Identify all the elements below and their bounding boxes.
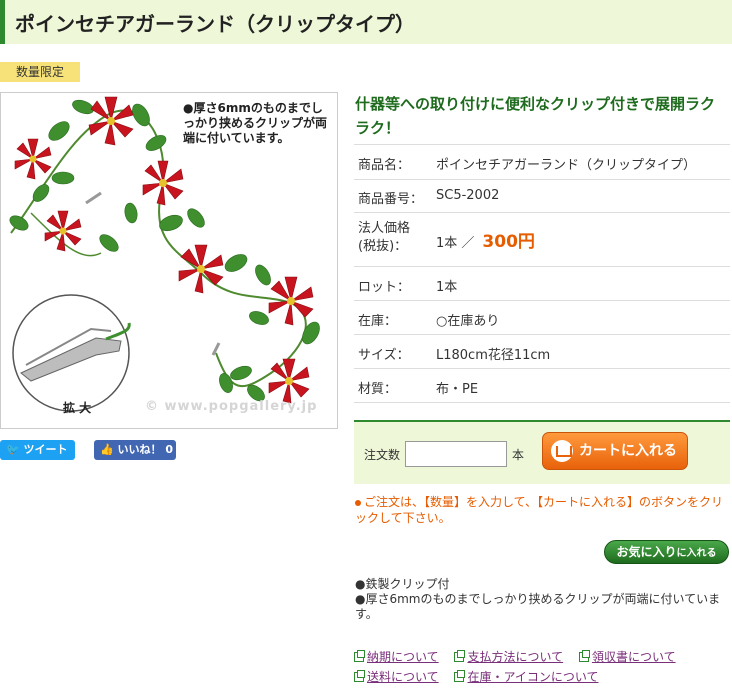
spec-value: ポインセチアガーランド（クリップタイプ） — [436, 158, 697, 173]
price-unit: 1本 ／ — [436, 236, 475, 251]
zoom-label: 拡 大 — [63, 401, 92, 415]
spec-value: 1本 — [436, 280, 458, 295]
photo-caption: ●厚さ6mmのものまでしっかり挟めるクリップが両端に付いています。 — [183, 101, 328, 145]
external-link-icon — [454, 670, 466, 682]
cart-icon — [551, 440, 573, 462]
feature-item: ●鉄製クリップ付 — [355, 577, 450, 591]
order-notice-text: ご注文は、【数量】を入力して、【カートに入れる】のボタンをクリックして下さい。 — [355, 495, 724, 525]
spec-value: 布・PE — [436, 382, 479, 397]
link-receipt[interactable]: 領収書について — [578, 647, 676, 667]
external-link-icon — [354, 650, 365, 662]
spec-row-lot: ロット： 1本 — [354, 267, 730, 301]
spec-label: 材質： — [358, 382, 398, 397]
order-notice: ご注文は、【数量】を入力して、【カートに入れる】のボタンをクリックして下さい。 — [355, 494, 727, 526]
feature-list: ●鉄製クリップ付 ●厚さ6mmのものまでしっかり挟めるクリップが両端に付いていま… — [355, 577, 727, 622]
favorites-sub-label: に入れる — [676, 548, 717, 559]
spec-label: 商品名： — [358, 158, 411, 173]
add-to-cart-label: カートに入れる — [579, 443, 677, 459]
external-link-icon — [454, 650, 466, 662]
page-title-bar: ポインセチアガーランド（クリップタイプ） — [0, 0, 732, 44]
add-to-cart-button[interactable]: カートに入れる — [542, 432, 688, 470]
spec-label: ロット： — [358, 280, 411, 295]
feature-item: ●厚さ6mmのものまでしっかり挟めるクリップが両端に付いています。 — [355, 592, 721, 621]
spec-value: ○在庫あり — [436, 314, 500, 329]
spec-label: 在庫： — [358, 314, 398, 329]
spec-row-material: 材質： 布・PE — [354, 369, 730, 403]
external-link-icon — [354, 670, 365, 682]
spec-value: 1本 ／ 300円 — [436, 227, 535, 252]
quantity-input[interactable] — [405, 441, 507, 467]
spec-row-stock: 在庫： ○在庫あり — [354, 301, 730, 335]
link-stock-icons[interactable]: 在庫・アイコンについて — [454, 667, 599, 687]
order-box: 注文数 本 カートに入れる — [354, 420, 730, 484]
link-label: 送料について — [367, 670, 439, 684]
favorites-label: お気に入り — [616, 545, 677, 559]
external-link-icon — [578, 650, 590, 662]
add-to-favorites-button[interactable]: お気に入りに入れる — [604, 540, 729, 564]
spec-row-price: 法人価格 (税抜)： 1本 ／ 300円 — [354, 213, 730, 267]
spec-label: 法人価格 (税抜)： — [358, 221, 411, 254]
like-button[interactable]: 👍 いいね！ 0 — [94, 440, 176, 460]
spec-row-name: 商品名： ポインセチアガーランド（クリップタイプ） — [354, 144, 730, 180]
watermark: © www.popgallery.jp — [145, 399, 318, 414]
link-payment[interactable]: 支払方法について — [454, 647, 563, 667]
tweet-label: ツイート — [23, 443, 68, 456]
page-title: ポインセチアガーランド（クリップタイプ） — [15, 12, 415, 36]
spec-row-size: サイズ： L180cm花径11cm — [354, 335, 730, 369]
spec-value: SC5-2002 — [436, 188, 500, 203]
link-label: 領収書について — [591, 650, 676, 664]
price-amount: 300円 — [482, 232, 535, 252]
link-label: 支払方法について — [467, 650, 564, 664]
product-photo: ●厚さ6mmのものまでしっかり挟めるクリップが両端に付いています。 拡 大 © … — [0, 92, 338, 429]
quantity-unit: 本 — [512, 448, 525, 462]
spec-label: 商品番号： — [358, 192, 424, 207]
bullet-icon — [355, 499, 361, 506]
limited-quantity-badge: 数量限定 — [0, 62, 80, 82]
link-label: 納期について — [367, 650, 439, 664]
link-label: 在庫・アイコンについて — [467, 670, 599, 684]
spec-value: L180cm花径11cm — [436, 348, 551, 363]
spec-label: サイズ： — [358, 348, 410, 363]
link-delivery[interactable]: 納期について — [354, 647, 439, 667]
thumbs-up-icon: 👍 — [100, 443, 114, 456]
quantity-label: 注文数 — [364, 448, 401, 462]
product-headline: 什器等への取り付けに便利なクリップ付きで展開ラクラク！ — [355, 95, 716, 137]
info-links: 納期について 支払方法について 領収書について 送料について 在庫・アイコンにつ… — [354, 647, 730, 687]
spec-row-code: 商品番号： SC5-2002 — [354, 180, 730, 213]
link-shipping[interactable]: 送料について — [354, 667, 439, 687]
tweet-button[interactable]: 🐦 ツイート — [0, 440, 75, 460]
twitter-icon: 🐦 — [6, 443, 20, 456]
like-label: いいね！ 0 — [117, 443, 174, 456]
